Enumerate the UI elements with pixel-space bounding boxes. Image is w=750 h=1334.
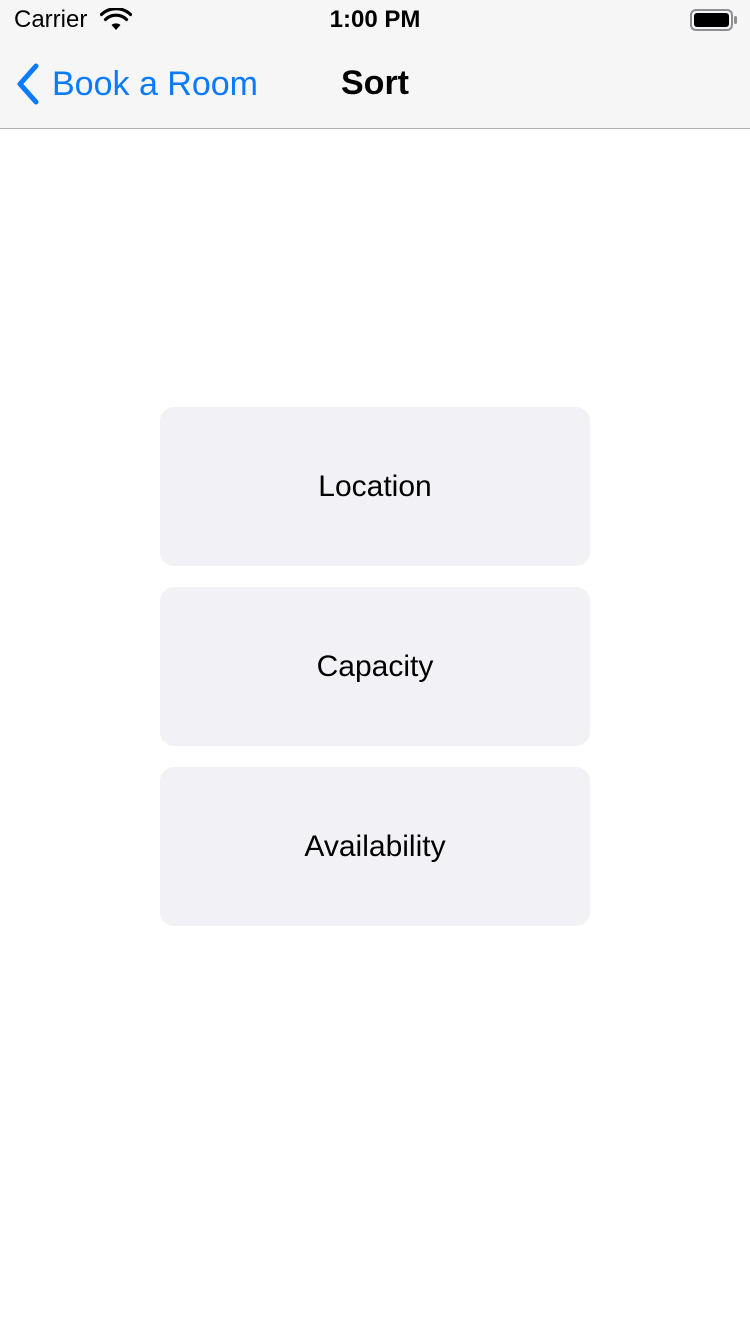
- sort-option-label: Location: [318, 469, 432, 503]
- battery-icon: [690, 9, 737, 31]
- sort-option-label: Capacity: [316, 649, 434, 683]
- sort-by-availability-button[interactable]: Availability: [160, 767, 590, 926]
- status-time: 1:00 PM: [329, 6, 421, 33]
- page-title: Sort: [341, 64, 409, 102]
- sort-by-location-button[interactable]: Location: [160, 407, 590, 566]
- sort-by-capacity-button[interactable]: Capacity: [160, 587, 590, 746]
- navigation-bar: Book a Room Sort: [0, 40, 750, 129]
- sort-options: Location Capacity Availability: [160, 407, 590, 947]
- status-bar: Carrier 1:00 PM: [0, 0, 750, 40]
- sort-option-label: Availability: [304, 829, 446, 863]
